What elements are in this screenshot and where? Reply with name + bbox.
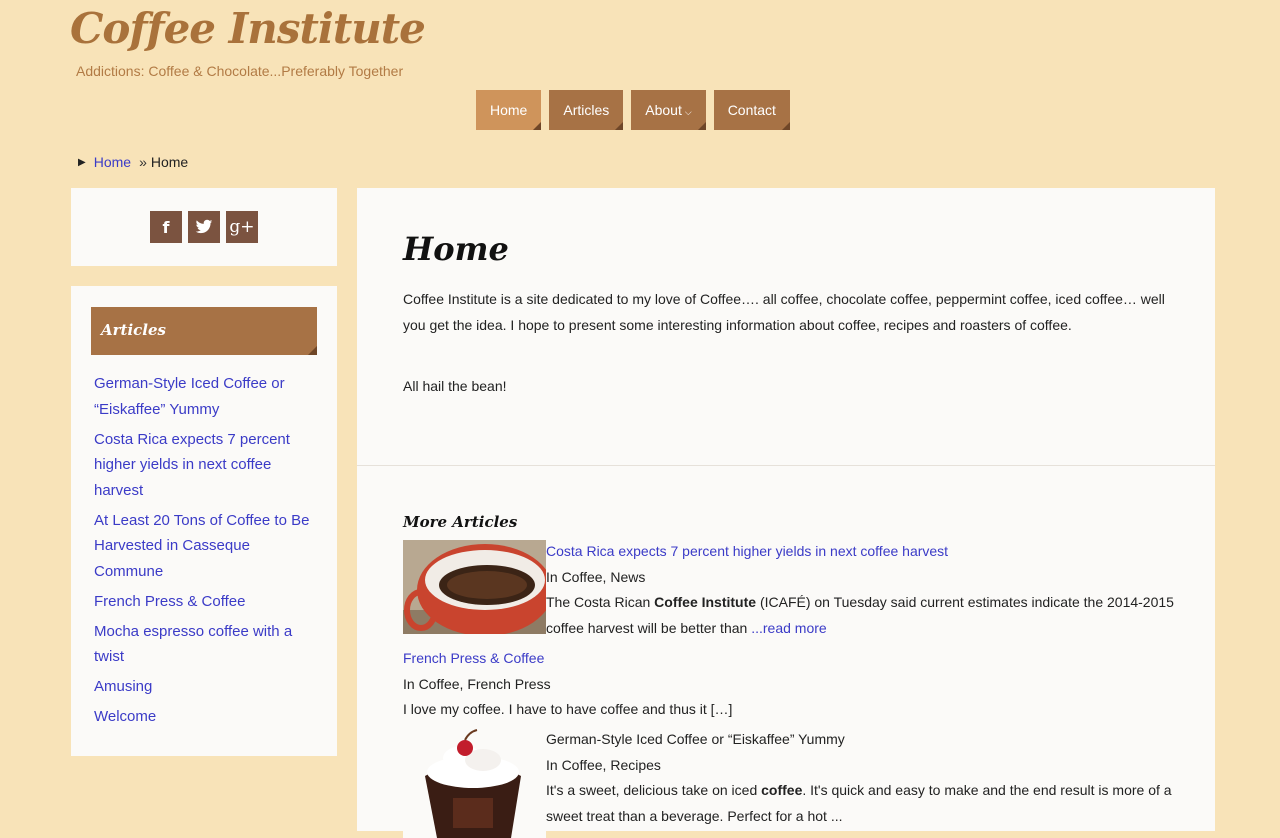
more-articles-title: More Articles <box>403 513 518 531</box>
breadcrumb-current: Home <box>150 154 189 170</box>
article-excerpt: The Costa Rican Coffee Institute (ICAFÉ)… <box>546 590 1186 641</box>
article-item: German-Style Iced Coffee or “Eiskaffee” … <box>403 728 1193 838</box>
breadcrumb-separator: » <box>139 154 147 170</box>
site-title[interactable]: Coffee Institute <box>70 4 426 53</box>
nav-home[interactable]: Home <box>476 90 542 130</box>
article-title-link[interactable]: French Press & Coffee <box>403 650 544 666</box>
hail-text: All hail the bean! <box>403 378 507 394</box>
articles-widget: Articles German-Style Iced Coffee or “Ei… <box>71 286 337 756</box>
sidebar-article-link[interactable]: At Least 20 Tons of Coffee to Be Harvest… <box>94 512 309 580</box>
list-item: German-Style Iced Coffee or “Eiskaffee” … <box>94 371 317 422</box>
article-item: Costa Rica expects 7 percent higher yiel… <box>403 540 1193 642</box>
article-excerpt: It's a sweet, delicious take on iced cof… <box>546 778 1186 829</box>
google-plus-icon[interactable]: g+ <box>226 211 258 243</box>
article-text: Costa Rica expects 7 percent higher yiel… <box>546 539 1186 641</box>
facebook-icon[interactable]: f <box>150 211 182 243</box>
nav-articles[interactable]: Articles <box>549 90 624 130</box>
nav-contact[interactable]: Contact <box>713 90 791 130</box>
iced-coffee-image <box>403 728 546 838</box>
breadcrumb: ▶ Home » Home <box>78 154 188 170</box>
article-meta: In Coffee, French Press <box>403 675 551 692</box>
twitter-bird-icon <box>195 219 213 234</box>
sidebar-article-link[interactable]: Welcome <box>94 708 156 725</box>
article-meta: In Coffee, News <box>546 568 646 585</box>
articles-widget-title: Articles <box>91 307 317 355</box>
nav-contact-label: Contact <box>727 102 776 118</box>
chevron-down-icon: ⌵ <box>684 107 692 117</box>
page-title: Home <box>403 230 509 268</box>
main-nav: Home Articles About ⌵ Contact <box>476 90 791 130</box>
sidebar-article-link[interactable]: French Press & Coffee <box>94 593 245 610</box>
read-more-link[interactable]: ...read more <box>751 620 826 636</box>
nav-home-label: Home <box>490 102 528 118</box>
list-item: Mocha espresso coffee with a twist <box>94 619 317 670</box>
articles-list: German-Style Iced Coffee or “Eiskaffee” … <box>71 355 337 730</box>
intro-paragraph: Coffee Institute is a site dedicated to … <box>403 291 1165 333</box>
article-title-link[interactable]: Costa Rica expects 7 percent higher yiel… <box>546 543 948 559</box>
divider <box>357 465 1215 466</box>
nav-articles-label: Articles <box>563 102 610 118</box>
list-item: Amusing <box>94 674 317 700</box>
social-widget: f g+ <box>71 188 337 266</box>
excerpt-bold: Coffee Institute <box>654 594 757 610</box>
list-item: At Least 20 Tons of Coffee to Be Harvest… <box>94 508 317 585</box>
sidebar-article-link[interactable]: German-Style Iced Coffee or “Eiskaffee” … <box>94 375 285 418</box>
sidebar-article-link[interactable]: Costa Rica expects 7 percent higher yiel… <box>94 431 290 499</box>
breadcrumb-home-link[interactable]: Home <box>94 154 131 170</box>
coffee-cup-image <box>403 540 546 634</box>
list-item: Costa Rica expects 7 percent higher yiel… <box>94 427 317 504</box>
site-tagline: Addictions: Coffee & Chocolate...Prefera… <box>76 63 404 79</box>
nav-about-label: About <box>645 102 682 118</box>
sidebar-article-link[interactable]: Amusing <box>94 678 152 695</box>
article-meta: In Coffee, Recipes <box>546 756 661 773</box>
iced-coffee-thumbnail[interactable] <box>403 728 546 838</box>
main-content: Home Coffee Institute is a site dedicate… <box>357 188 1215 838</box>
excerpt-text: The Costa Rican <box>546 594 655 610</box>
article-excerpt: I love my coffee. I have to have coffee … <box>403 701 733 717</box>
list-item: French Press & Coffee <box>94 589 317 615</box>
article-title[interactable]: German-Style Iced Coffee or “Eiskaffee” … <box>546 727 1186 753</box>
coffee-cup-thumbnail[interactable] <box>403 540 546 634</box>
twitter-icon[interactable] <box>188 211 220 243</box>
article-text: German-Style Iced Coffee or “Eiskaffee” … <box>546 727 1186 829</box>
article-item: French Press & Coffee In Coffee, French … <box>403 646 1193 723</box>
excerpt-text: It's a sweet, delicious take on iced <box>546 782 762 798</box>
nav-about[interactable]: About ⌵ <box>631 90 707 130</box>
triangle-right-icon: ▶ <box>78 156 86 168</box>
excerpt-bold: coffee <box>761 782 803 798</box>
list-item: Welcome <box>94 704 317 730</box>
sidebar-article-link[interactable]: Mocha espresso coffee with a twist <box>94 623 292 666</box>
